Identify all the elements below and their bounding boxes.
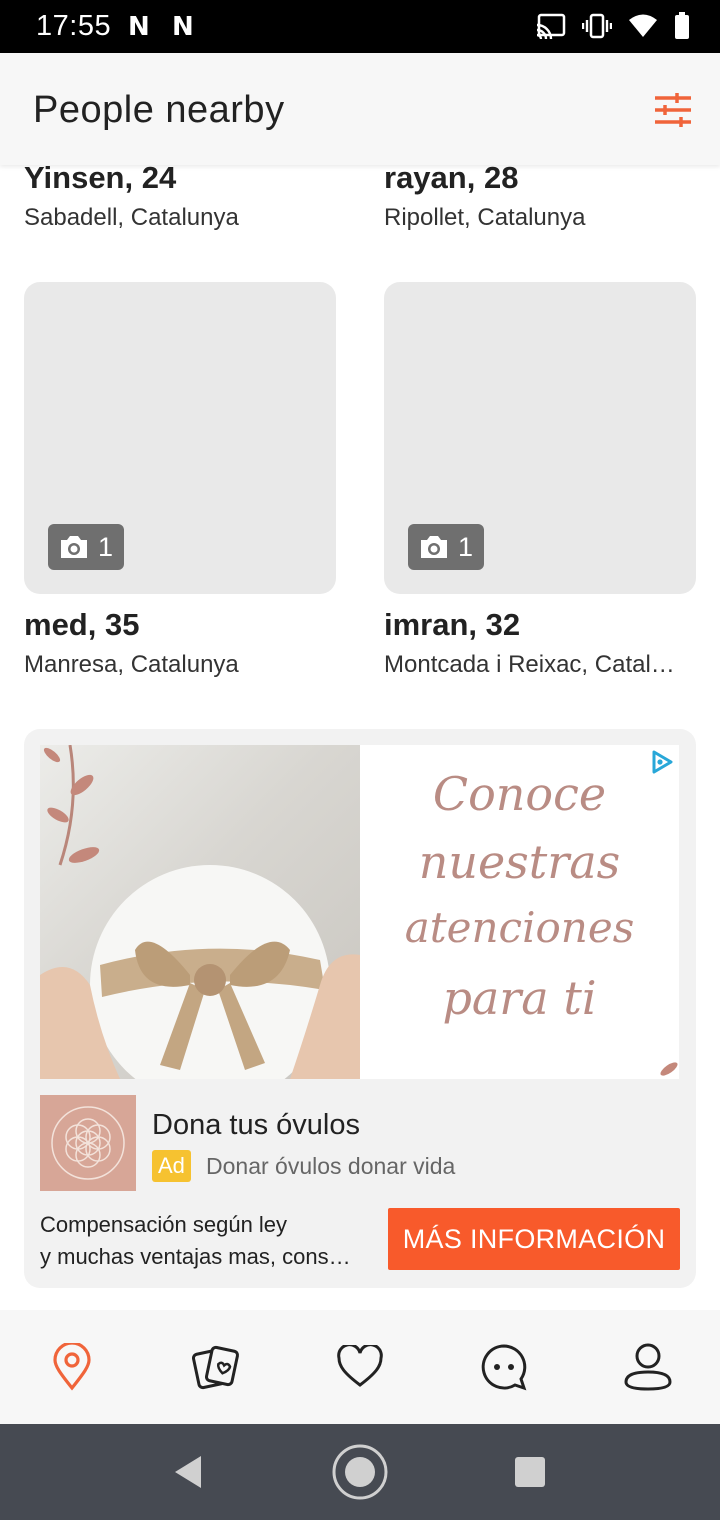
banner-text-line: Conoce bbox=[432, 767, 607, 821]
battery-icon bbox=[675, 12, 689, 39]
person-location: Sabadell, Catalunya bbox=[24, 204, 239, 231]
nav-likes[interactable] bbox=[324, 1331, 396, 1403]
adchoices-icon[interactable] bbox=[649, 749, 675, 775]
banner-text-line: para ti bbox=[442, 971, 597, 1025]
filter-button[interactable] bbox=[650, 87, 696, 133]
ad-title[interactable]: Dona tus óvulos bbox=[152, 1109, 360, 1142]
photo-count-badge: 1 bbox=[408, 524, 484, 570]
ad-banner-image[interactable]: Conoce nuestras atenciones para ti bbox=[40, 745, 679, 1079]
ad-subtitle: Donar óvulos donar vida bbox=[206, 1153, 456, 1179]
heart-icon bbox=[337, 1345, 383, 1387]
profile-icon bbox=[624, 1343, 672, 1391]
nav-encounters[interactable] bbox=[180, 1331, 252, 1403]
home-button[interactable] bbox=[330, 1442, 390, 1502]
person-card[interactable]: Yinsen, 24 Sabadell, Catalunya bbox=[24, 165, 336, 232]
system-navigation-bar bbox=[0, 1424, 720, 1520]
ad-cta-button[interactable]: MÁS INFORMACIÓN bbox=[388, 1208, 680, 1270]
notification-icon: N bbox=[172, 12, 194, 42]
nav-profile[interactable] bbox=[612, 1331, 684, 1403]
person-name: Yinsen, 24 bbox=[24, 165, 177, 195]
person-photo[interactable]: 1 bbox=[24, 282, 336, 594]
ad-card[interactable]: Conoce nuestras atenciones para ti Dona … bbox=[24, 729, 696, 1288]
person-card[interactable]: imran, 32 Montcada i Reixac, Catal… bbox=[384, 607, 696, 679]
cast-icon bbox=[536, 13, 566, 39]
back-icon bbox=[175, 1456, 201, 1488]
home-icon bbox=[332, 1444, 388, 1500]
back-button[interactable] bbox=[158, 1442, 218, 1502]
camera-icon bbox=[61, 536, 87, 558]
ad-banner-text: Conoce nuestras atenciones para ti bbox=[360, 745, 679, 1079]
person-photo[interactable]: 1 bbox=[384, 282, 696, 594]
ad-badge: Ad bbox=[152, 1150, 191, 1182]
person-name: rayan, 28 bbox=[384, 165, 519, 195]
photo-count: 1 bbox=[458, 531, 474, 562]
people-grid: Yinsen, 24 Sabadell, Catalunya rayan, 28… bbox=[0, 165, 720, 1310]
photo-count: 1 bbox=[98, 531, 114, 562]
camera-icon bbox=[421, 536, 447, 558]
gift-box-image bbox=[40, 745, 360, 1079]
app-bar: People nearby bbox=[0, 53, 720, 165]
person-location: Manresa, Catalunya bbox=[24, 651, 239, 678]
nav-people-nearby[interactable] bbox=[36, 1331, 108, 1403]
wifi-icon bbox=[629, 14, 657, 37]
person-name: imran, 32 bbox=[384, 607, 521, 642]
ad-body: Compensación según ley y muchas ventajas… bbox=[40, 1209, 375, 1273]
location-pin-icon bbox=[53, 1343, 91, 1391]
person-location: Montcada i Reixac, Catal… bbox=[384, 651, 675, 678]
page-title: People nearby bbox=[33, 89, 285, 131]
status-icons bbox=[536, 12, 690, 40]
person-card[interactable]: rayan, 28 Ripollet, Catalunya bbox=[384, 165, 696, 232]
advertiser-logo bbox=[40, 1095, 136, 1191]
recents-button[interactable] bbox=[500, 1442, 560, 1502]
person-card[interactable]: med, 35 Manresa, Catalunya bbox=[24, 607, 336, 679]
recents-icon bbox=[515, 1457, 545, 1487]
cards-icon bbox=[192, 1345, 240, 1390]
bottom-navigation bbox=[0, 1310, 720, 1424]
banner-text-line: nuestras bbox=[418, 835, 621, 889]
ad-body-line: y muchas ventajas mas, cons… bbox=[40, 1243, 351, 1269]
status-time: 17:55 bbox=[36, 10, 112, 42]
sliders-icon bbox=[655, 93, 691, 127]
vibrate-icon bbox=[582, 13, 612, 39]
notification-icon: N bbox=[128, 12, 150, 42]
status-bar: 17:55 N N bbox=[0, 0, 720, 53]
nav-chats[interactable] bbox=[468, 1331, 540, 1403]
banner-text-line: atenciones bbox=[404, 903, 635, 952]
ad-body-line: Compensación según ley bbox=[40, 1212, 288, 1237]
photo-count-badge: 1 bbox=[48, 524, 124, 570]
person-location: Ripollet, Catalunya bbox=[384, 204, 586, 231]
person-name: med, 35 bbox=[24, 607, 140, 642]
chat-icon bbox=[481, 1344, 527, 1391]
